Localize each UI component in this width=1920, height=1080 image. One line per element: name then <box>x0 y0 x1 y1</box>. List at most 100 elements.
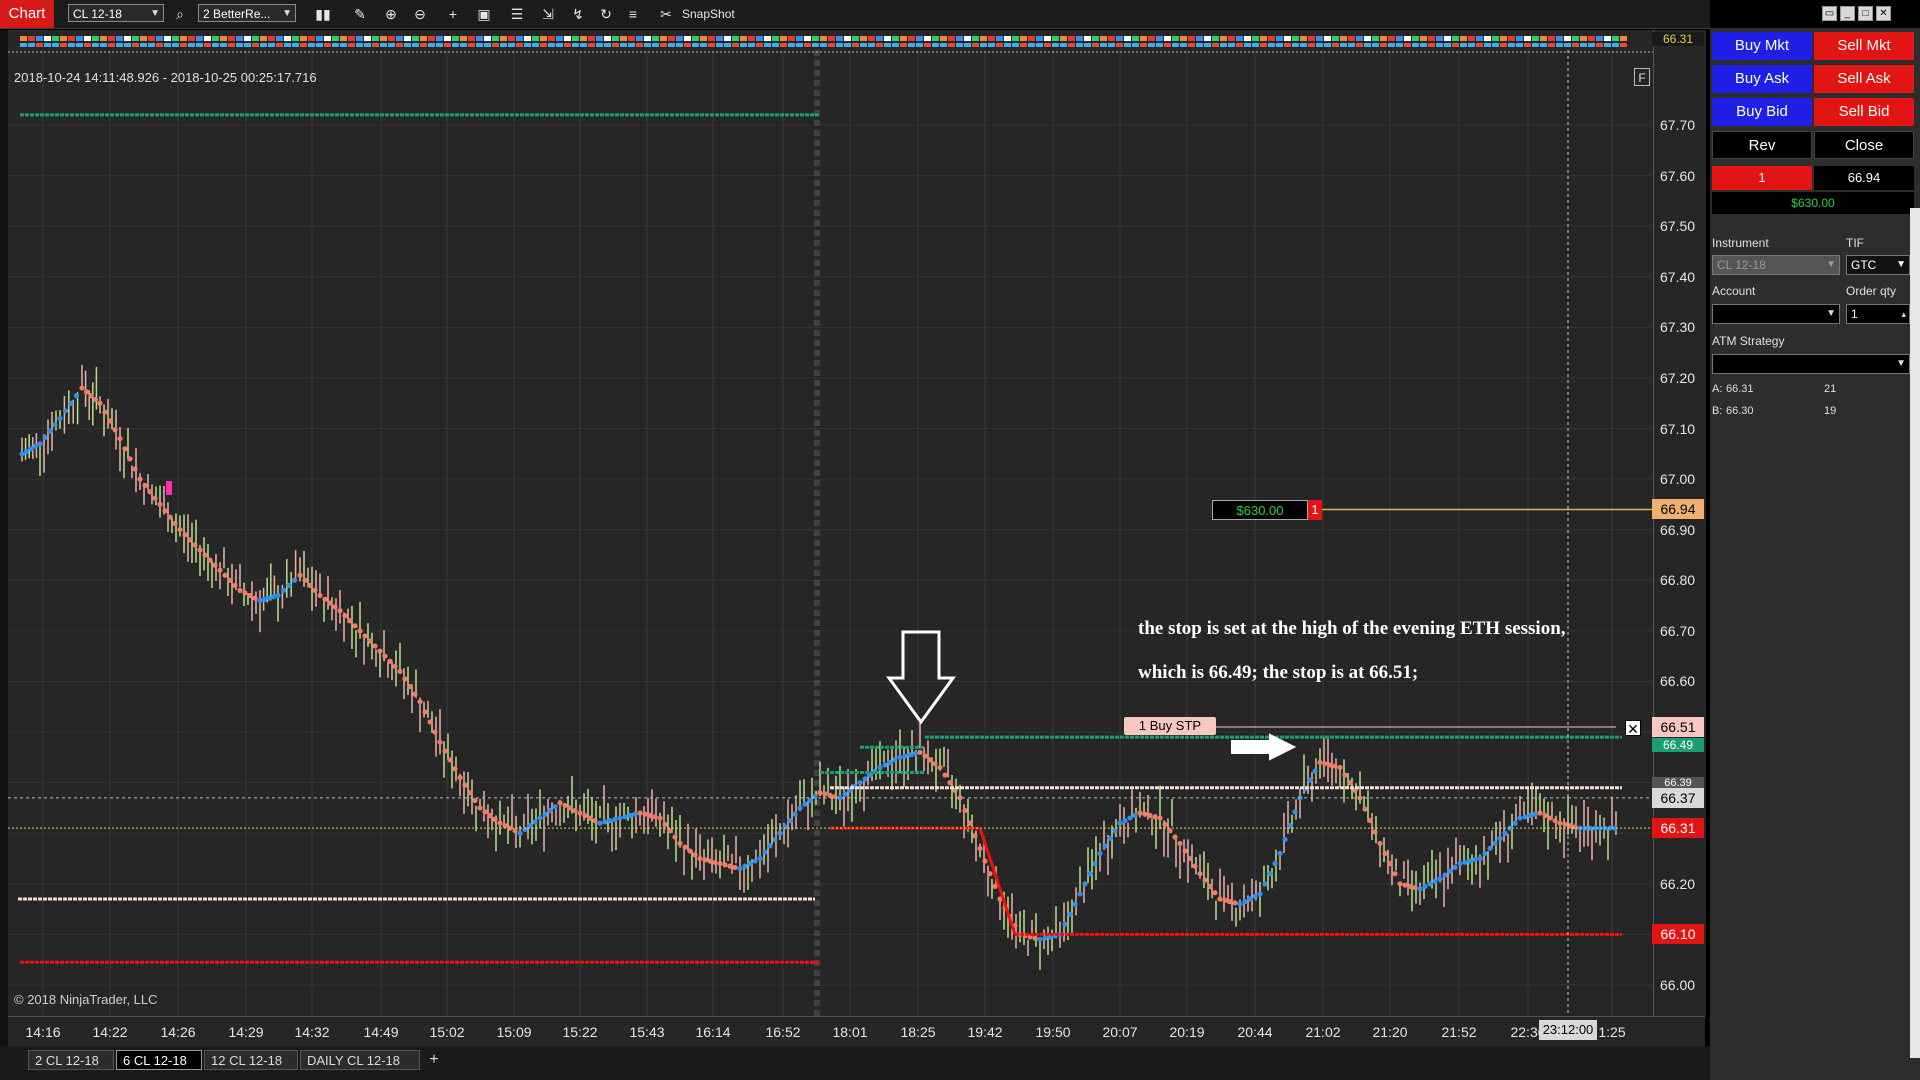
price-tick-label: 66.20 <box>1660 875 1696 892</box>
ribbon-segment <box>92 36 99 41</box>
zoom-in-icon[interactable]: ⊕ <box>381 4 401 24</box>
buy-ask-button[interactable]: Buy Ask <box>1712 65 1812 93</box>
ribbon-segment <box>508 43 515 47</box>
trend-dot <box>1572 824 1578 830</box>
instrument-select[interactable]: CL 12-18 ▼ <box>1712 255 1840 275</box>
trend-dot <box>42 434 48 440</box>
account-select[interactable]: ▼ <box>1712 304 1840 324</box>
ribbon-segment <box>404 36 411 41</box>
trend-dot <box>1247 896 1253 902</box>
trend-dot <box>582 812 588 819</box>
close-icon[interactable]: ✕ <box>1876 6 1891 21</box>
stepper-icon[interactable]: ▴ <box>1901 305 1906 323</box>
crosshair-icon[interactable]: + <box>443 4 463 24</box>
reload-icon[interactable]: ↻ <box>596 4 616 24</box>
ribbon-segment <box>1276 43 1283 47</box>
list-icon[interactable]: ≡ <box>623 4 643 24</box>
sell-market-button[interactable]: Sell Mkt <box>1814 32 1914 60</box>
ribbon-segment <box>380 43 387 47</box>
position-pnl-label[interactable]: $630.00 <box>1212 500 1308 520</box>
price-chart[interactable] <box>8 30 1653 1016</box>
tif-select[interactable]: GTC ▼ <box>1846 255 1910 275</box>
f-button[interactable]: F <box>1634 68 1650 86</box>
search-icon[interactable]: ⌕ <box>170 4 190 24</box>
buy-bid-button[interactable]: Buy Bid <box>1712 98 1812 126</box>
price-tick-label: 67.70 <box>1660 117 1696 133</box>
trend-dot <box>452 766 458 772</box>
ribbon-segment <box>556 43 563 47</box>
add-tab-button[interactable]: + <box>424 1050 444 1070</box>
tab-2-cl[interactable]: 2 CL 12-18 <box>28 1050 114 1070</box>
ribbon-segment <box>1228 36 1235 41</box>
tab-12-cl[interactable]: 12 CL 12-18 <box>204 1050 298 1070</box>
reverse-button[interactable]: Rev <box>1712 131 1812 159</box>
trend-dot <box>1287 823 1293 829</box>
ribbon-segment <box>1444 36 1451 41</box>
time-tick-label: 18:01 <box>832 1024 868 1040</box>
tab-daily-cl[interactable]: DAILY CL 12-18 <box>300 1050 420 1070</box>
ribbon-segment <box>700 36 707 41</box>
close-position-button[interactable]: Close <box>1814 131 1914 159</box>
trend-dot <box>342 613 348 619</box>
trend-dot <box>927 757 933 763</box>
time-tick-label: 15:02 <box>429 1024 465 1040</box>
snapshot-icon[interactable]: ✂ <box>656 4 676 24</box>
ribbon-segment <box>836 36 843 41</box>
trend-dot <box>777 830 783 836</box>
drawing-tools-icon[interactable]: ↯ <box>568 4 588 24</box>
panel-scrollbar[interactable] <box>1910 208 1920 1058</box>
trend-dot <box>1132 812 1138 819</box>
cancel-order-icon[interactable]: ✕ <box>1625 720 1641 737</box>
ribbon-segment <box>1572 36 1579 41</box>
maximize-icon[interactable]: □ <box>1858 6 1873 21</box>
trend-dot <box>422 709 428 715</box>
restore-icon[interactable]: ▭ <box>1822 6 1837 21</box>
ribbon-segment <box>1004 36 1011 41</box>
data-box-icon[interactable]: ▣ <box>474 4 494 24</box>
position-qty-badge[interactable]: 1 <box>1308 500 1322 520</box>
pencil-icon[interactable]: ✎ <box>350 4 370 24</box>
ribbon-segment <box>1220 43 1227 47</box>
trend-dot <box>1317 759 1323 766</box>
ribbon-segment <box>316 36 323 41</box>
instrument-selector[interactable]: CL 12-18 ▼ <box>68 4 164 22</box>
minimize-icon[interactable]: _ <box>1840 6 1855 21</box>
ribbon-segment <box>956 36 963 41</box>
ribbon-segment <box>300 36 307 41</box>
chart-panel[interactable]: 2018-10-24 14:11:48.926 - 2018-10-25 00:… <box>8 30 1653 1016</box>
sell-ask-button[interactable]: Sell Ask <box>1814 65 1914 93</box>
bid-price: 66.30 <box>1726 405 1754 417</box>
atm-strategy-select[interactable]: ▼ <box>1712 354 1910 374</box>
ribbon-segment <box>1140 43 1147 47</box>
snapshot-button[interactable]: SnapShot <box>682 5 735 23</box>
ribbon-segment <box>636 36 643 41</box>
buy-stop-order-label[interactable]: 1 Buy STP <box>1124 717 1216 735</box>
trend-dot <box>142 482 148 489</box>
zoom-out-icon[interactable]: ⊖ <box>410 4 430 24</box>
sell-bid-button[interactable]: Sell Bid <box>1814 98 1914 126</box>
indicator-selector[interactable]: 2 BetterRe... ▼ <box>198 4 296 22</box>
ribbon-segment <box>1316 43 1323 47</box>
bar-type-icon[interactable]: ▮▮ <box>313 4 333 24</box>
ribbon-segment <box>1588 43 1595 47</box>
properties-icon[interactable]: ☰ <box>507 4 527 24</box>
ask-price: 66.31 <box>1726 383 1754 395</box>
chart-tab[interactable]: Chart <box>0 0 54 28</box>
ribbon-segment <box>828 36 835 41</box>
buy-market-button[interactable]: Buy Mkt <box>1712 32 1812 60</box>
trend-dot <box>157 501 163 508</box>
ribbon-segment <box>308 36 315 41</box>
ribbon-segment <box>1476 36 1483 41</box>
ribbon-segment <box>1476 43 1483 47</box>
order-qty-input[interactable]: 1 ▴ <box>1846 304 1910 324</box>
trend-dot <box>252 595 258 601</box>
ribbon-segment <box>1276 36 1283 41</box>
ribbon-segment <box>1404 43 1411 47</box>
tab-6-cl[interactable]: 6 CL 12-18 <box>116 1050 202 1070</box>
trend-dot <box>1262 881 1268 887</box>
ribbon-segment <box>1036 36 1043 41</box>
strategies-icon[interactable]: ⇲ <box>538 4 558 24</box>
ribbon-segment <box>436 36 443 41</box>
trend-dot <box>1237 901 1243 907</box>
ribbon-segment <box>228 36 235 41</box>
